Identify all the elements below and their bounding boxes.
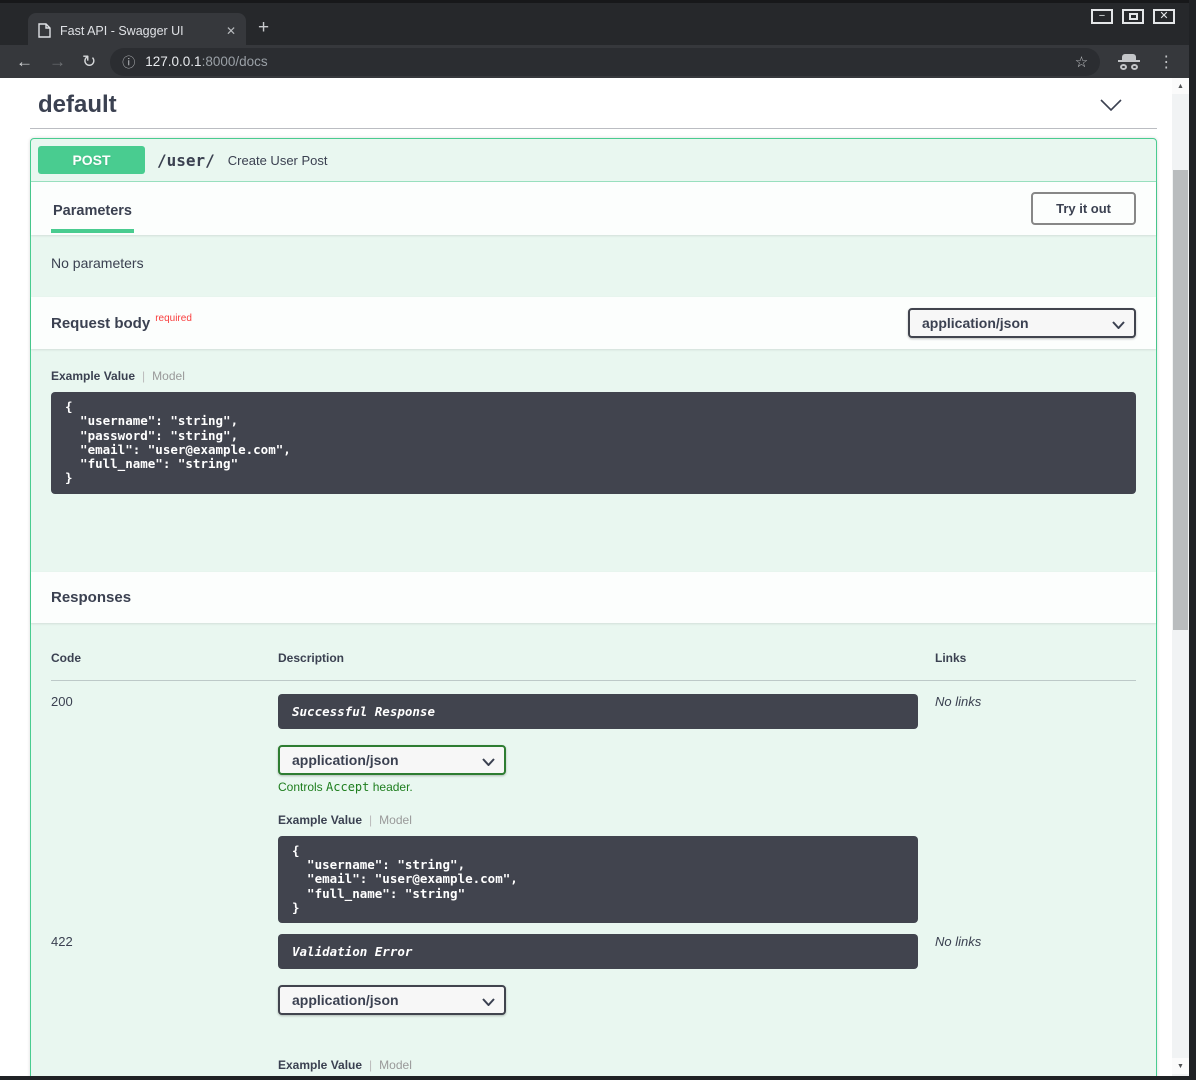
browser-menu-icon[interactable]: ⋮ xyxy=(1158,52,1174,72)
operation-summary[interactable]: POST /user/ Create User Post xyxy=(31,139,1156,182)
response-code: 422 xyxy=(51,934,278,949)
required-badge: required xyxy=(155,313,192,324)
method-badge: POST xyxy=(38,146,145,174)
scrollbar-thumb[interactable] xyxy=(1173,170,1188,630)
page-scrollbar[interactable]: ▲ ▼ xyxy=(1172,78,1189,1076)
request-body-area: Example Value|Model { "username": "strin… xyxy=(31,349,1156,572)
response-description: Validation Error xyxy=(278,934,918,969)
tab-model[interactable]: Model xyxy=(379,813,412,827)
browser-window: Fast API - Swagger UI ✕ + − ✕ ← → ↻ ⓘ 12… xyxy=(0,0,1196,1080)
response-media-type-select-200[interactable]: application/json xyxy=(278,745,506,775)
window-minimize-button[interactable]: − xyxy=(1091,9,1113,24)
tab-example-value[interactable]: Example Value xyxy=(278,813,362,827)
parameters-header: Parameters Try it out xyxy=(31,182,1156,235)
titlebar: Fast API - Swagger UI ✕ + − ✕ xyxy=(0,0,1189,45)
tab-close-icon[interactable]: ✕ xyxy=(226,24,236,38)
select-chevron-icon xyxy=(482,758,495,766)
tab-model[interactable]: Model xyxy=(152,369,185,383)
column-description: Description xyxy=(278,651,935,665)
new-tab-button[interactable]: + xyxy=(258,17,269,39)
page-favicon-icon xyxy=(38,23,51,38)
site-info-icon[interactable]: ⓘ xyxy=(122,52,135,71)
response-row-422: 422 Validation Error application/json Ex… xyxy=(51,923,1136,1076)
window-border-right xyxy=(1189,0,1196,1080)
select-chevron-icon xyxy=(482,998,495,1006)
response-links: No links xyxy=(935,934,1136,949)
collapse-chevron-icon[interactable] xyxy=(1100,99,1122,111)
responses-title: Responses xyxy=(51,589,131,606)
window-close-button[interactable]: ✕ xyxy=(1153,9,1175,24)
browser-toolbar: ← → ↻ ⓘ 127.0.0.1:8000/docs ☆ ⋮ xyxy=(0,45,1189,78)
reload-icon[interactable]: ↻ xyxy=(82,53,96,70)
tag-divider xyxy=(30,128,1157,129)
controls-accept-message: Controls Accept header. xyxy=(278,780,935,794)
window-border-bottom xyxy=(0,1076,1189,1080)
tab-title: Fast API - Swagger UI xyxy=(60,24,220,38)
tab-example-value[interactable]: Example Value xyxy=(278,1058,362,1072)
tab-model[interactable]: Model xyxy=(379,1058,412,1072)
response-code: 200 xyxy=(51,694,278,709)
scroll-down-icon[interactable]: ▼ xyxy=(1172,1058,1189,1074)
window-maximize-button[interactable] xyxy=(1122,9,1144,24)
request-media-type-select[interactable]: application/json xyxy=(908,308,1136,338)
select-chevron-icon xyxy=(1112,321,1125,329)
url-text: 127.0.0.1:8000/docs xyxy=(145,54,267,69)
response-row-200: 200 Successful Response application/json… xyxy=(51,681,1136,923)
response-links: No links xyxy=(935,694,1136,709)
request-body-header: Request bodyrequired application/json xyxy=(31,297,1156,349)
browser-tab[interactable]: Fast API - Swagger UI ✕ xyxy=(28,13,246,48)
tab-example-value[interactable]: Example Value xyxy=(51,369,135,383)
tag-title: default xyxy=(30,91,117,119)
forward-icon[interactable]: → xyxy=(49,53,66,70)
maximize-icon xyxy=(1129,13,1138,20)
response-example-json-200: { "username": "string", "email": "user@e… xyxy=(278,836,918,923)
request-body-title: Request bodyrequired xyxy=(51,314,192,332)
swagger-page: default POST /user/ Create User Post Par… xyxy=(0,78,1172,1076)
response-description: Successful Response xyxy=(278,694,918,729)
try-it-out-button[interactable]: Try it out xyxy=(1031,192,1136,225)
responses-header: Responses xyxy=(31,572,1156,623)
incognito-icon xyxy=(1118,54,1140,70)
operation-path: /user/ xyxy=(157,151,215,170)
request-body-example-json: { "username": "string", "password": "str… xyxy=(51,392,1136,494)
operation-description: Create User Post xyxy=(228,153,328,168)
tag-section-header[interactable]: default xyxy=(30,78,1157,128)
back-icon[interactable]: ← xyxy=(16,53,33,70)
no-parameters-text: No parameters xyxy=(31,235,1156,297)
column-code: Code xyxy=(51,651,278,665)
scroll-up-icon[interactable]: ▲ xyxy=(1172,78,1189,94)
response-media-type-select-422[interactable]: application/json xyxy=(278,985,506,1015)
tab-parameters: Parameters xyxy=(51,195,134,233)
column-links: Links xyxy=(935,651,1136,665)
address-bar[interactable]: ⓘ 127.0.0.1:8000/docs ☆ xyxy=(110,48,1100,76)
responses-table: Code Description Links 200 Successful Re… xyxy=(31,623,1156,1076)
bookmark-star-icon[interactable]: ☆ xyxy=(1075,53,1088,71)
opblock-post-user: POST /user/ Create User Post Parameters … xyxy=(30,138,1157,1076)
responses-table-head: Code Description Links xyxy=(51,651,1136,681)
